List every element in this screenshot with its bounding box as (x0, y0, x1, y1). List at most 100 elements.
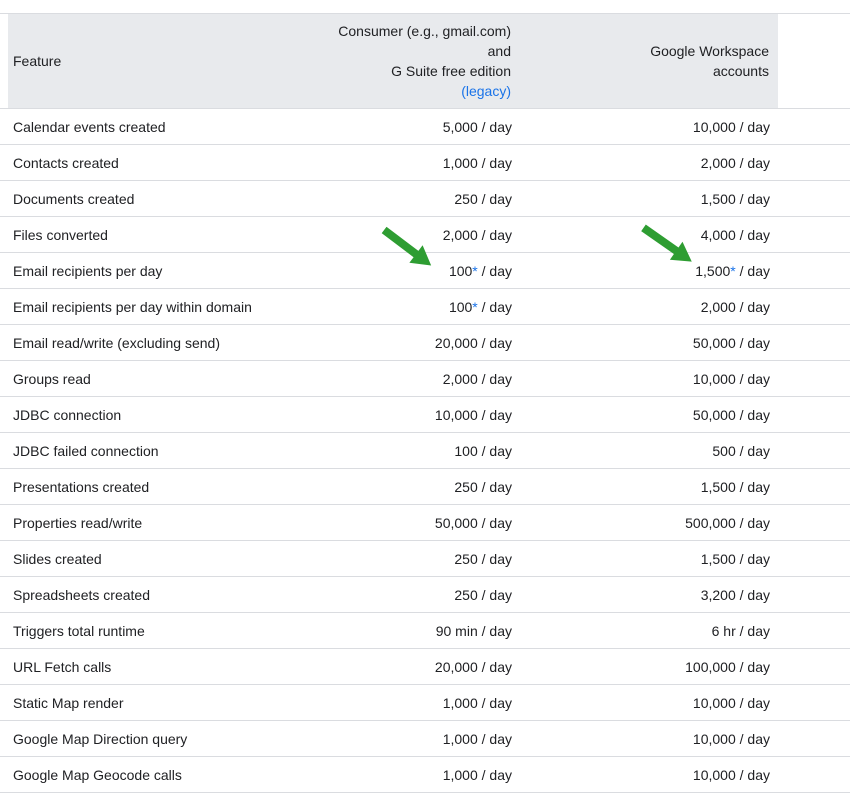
consumer-quota-suffix: / day (478, 623, 512, 639)
consumer-quota-suffix: / day (478, 479, 512, 495)
consumer-quota-suffix: / day (478, 587, 512, 603)
consumer-quota-cell: 100 / day (300, 443, 512, 459)
column-header-feature: Feature (13, 51, 61, 71)
table-row: Groups read 2,000 / day 10,000 / day (0, 361, 850, 397)
workspace-header-line2: accounts (650, 61, 769, 81)
workspace-quota-suffix: / day (736, 155, 770, 171)
consumer-quota-value: 1,000 (443, 731, 478, 747)
workspace-header-line1: Google Workspace (650, 41, 769, 61)
workspace-quota-suffix: / day (736, 407, 770, 423)
consumer-quota-cell: 100* / day (300, 263, 512, 279)
consumer-quota-cell: 250 / day (300, 587, 512, 603)
table-row: Email recipients per day 100* / day 1,50… (0, 253, 850, 289)
table-row: Files converted 2,000 / day 4,000 / day (0, 217, 850, 253)
consumer-quota-value: 20,000 (435, 659, 478, 675)
workspace-quota-value: 10,000 (693, 371, 736, 387)
feature-cell: Properties read/write (0, 515, 300, 531)
workspace-quota-value: 1,500 (701, 191, 736, 207)
consumer-quota-suffix: / day (478, 515, 512, 531)
workspace-quota-cell: 1,500 / day (512, 479, 770, 495)
workspace-quota-suffix: / day (736, 119, 770, 135)
consumer-quota-value: 2,000 (443, 371, 478, 387)
workspace-quota-suffix: / day (736, 443, 770, 459)
consumer-quota-value: 1,000 (443, 155, 478, 171)
workspace-quota-suffix: / day (736, 191, 770, 207)
workspace-quota-suffix: / day (736, 767, 770, 783)
workspace-quota-cell: 50,000 / day (512, 335, 770, 351)
workspace-quota-value: 100,000 (685, 659, 736, 675)
consumer-quota-cell: 90 min / day (300, 623, 512, 639)
consumer-quota-value: 2,000 (443, 227, 478, 243)
consumer-quota-value: 10,000 (435, 407, 478, 423)
table-row: Calendar events created 5,000 / day 10,0… (0, 109, 850, 145)
consumer-header-line1: Consumer (e.g., gmail.com) (338, 21, 511, 41)
quotas-table-page: Feature Consumer (e.g., gmail.com) and G… (0, 0, 851, 793)
workspace-quota-value: 50,000 (693, 335, 736, 351)
workspace-quota-cell: 100,000 / day (512, 659, 770, 675)
consumer-quota-value: 1,000 (443, 767, 478, 783)
consumer-quota-cell: 1,000 / day (300, 155, 512, 171)
workspace-quota-cell: 4,000 / day (512, 227, 770, 243)
workspace-quota-value: 10,000 (693, 731, 736, 747)
workspace-quota-value: 1,500 (701, 479, 736, 495)
consumer-quota-suffix: / day (478, 407, 512, 423)
workspace-quota-cell: 2,000 / day (512, 155, 770, 171)
consumer-quota-value: 250 (454, 587, 477, 603)
legacy-link[interactable]: (legacy) (461, 83, 511, 99)
consumer-header-line4: (legacy) (338, 81, 511, 101)
workspace-quota-value: 6 hr (712, 623, 736, 639)
feature-cell: Slides created (0, 551, 300, 567)
consumer-quota-suffix: / day (478, 335, 512, 351)
table-row: Triggers total runtime 90 min / day 6 hr… (0, 613, 850, 649)
workspace-quota-suffix: / day (736, 335, 770, 351)
consumer-quota-suffix: / day (478, 443, 512, 459)
workspace-quota-value: 1,500 (695, 263, 730, 279)
consumer-quota-cell: 10,000 / day (300, 407, 512, 423)
consumer-quota-suffix: / day (478, 551, 512, 567)
workspace-quota-cell: 10,000 / day (512, 767, 770, 783)
table-row: JDBC connection 10,000 / day 50,000 / da… (0, 397, 850, 433)
table-row: JDBC failed connection 100 / day 500 / d… (0, 433, 850, 469)
feature-cell: Files converted (0, 227, 300, 243)
consumer-quota-cell: 250 / day (300, 551, 512, 567)
workspace-quota-value: 500,000 (685, 515, 736, 531)
consumer-quota-suffix: / day (478, 263, 512, 279)
workspace-quota-value: 4,000 (701, 227, 736, 243)
feature-cell: Google Map Direction query (0, 731, 300, 747)
workspace-quota-suffix: / day (736, 695, 770, 711)
consumer-quota-suffix: / day (478, 767, 512, 783)
feature-cell: JDBC failed connection (0, 443, 300, 459)
table-row: Static Map render 1,000 / day 10,000 / d… (0, 685, 850, 721)
workspace-quota-cell: 10,000 / day (512, 371, 770, 387)
workspace-quota-cell: 1,500 / day (512, 551, 770, 567)
workspace-quota-value: 2,000 (701, 299, 736, 315)
table-row: Documents created 250 / day 1,500 / day (0, 181, 850, 217)
consumer-quota-value: 100 (449, 263, 472, 279)
consumer-quota-cell: 2,000 / day (300, 227, 512, 243)
workspace-quota-cell: 10,000 / day (512, 695, 770, 711)
workspace-quota-cell: 50,000 / day (512, 407, 770, 423)
consumer-quota-suffix: / day (478, 191, 512, 207)
table-row: Properties read/write 50,000 / day 500,0… (0, 505, 850, 541)
workspace-quota-suffix: / day (736, 227, 770, 243)
feature-cell: Triggers total runtime (0, 623, 300, 639)
workspace-quota-cell: 1,500 / day (512, 191, 770, 207)
table-header-row: Feature Consumer (e.g., gmail.com) and G… (0, 13, 850, 109)
table-row: Email recipients per day within domain 1… (0, 289, 850, 325)
feature-cell: Email recipients per day (0, 263, 300, 279)
consumer-quota-value: 250 (454, 479, 477, 495)
consumer-quota-value: 50,000 (435, 515, 478, 531)
workspace-quota-suffix: / day (736, 551, 770, 567)
consumer-quota-suffix: / day (478, 659, 512, 675)
table-row: Google Map Geocode calls 1,000 / day 10,… (0, 757, 850, 793)
consumer-quota-cell: 250 / day (300, 479, 512, 495)
feature-cell: Presentations created (0, 479, 300, 495)
workspace-quota-value: 2,000 (701, 155, 736, 171)
consumer-quota-value: 20,000 (435, 335, 478, 351)
workspace-quota-suffix: / day (736, 587, 770, 603)
consumer-quota-suffix: / day (478, 731, 512, 747)
consumer-quota-suffix: / day (478, 227, 512, 243)
workspace-quota-suffix: / day (736, 263, 770, 279)
consumer-header-line2: and (338, 41, 511, 61)
workspace-quota-value: 3,200 (701, 587, 736, 603)
